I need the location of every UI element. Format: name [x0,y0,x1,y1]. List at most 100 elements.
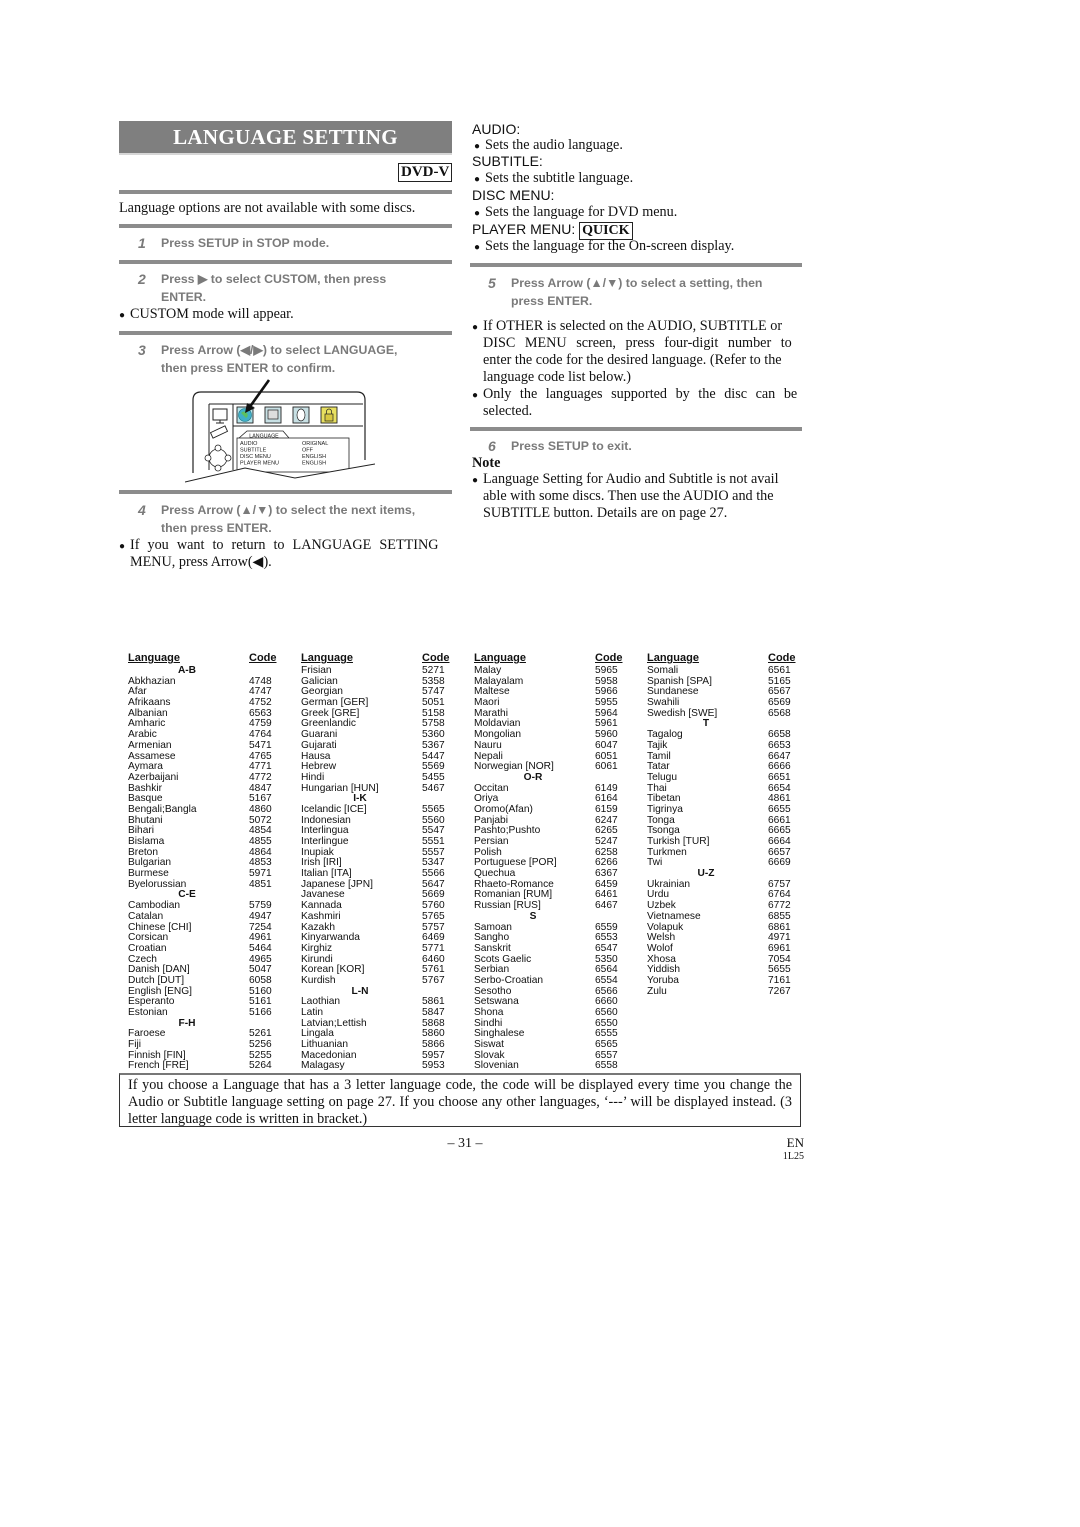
table-row: Estonian 5166 [128,1007,298,1019]
audio-heading: AUDIO: [472,121,521,137]
note-text: enter the code for the desired language.… [483,352,782,368]
bullet-icon: ● [474,242,481,253]
language-code: 6669 [768,857,791,869]
table-row: Sanskrit 6547 [474,942,644,955]
language-table-column-3: Language Code Malay 5965 Malayalam 5958 Malt… [474,653,644,1072]
language-code: 5455 [422,771,445,783]
note-text: selected. [483,403,533,419]
parental-lock-icon [320,406,338,424]
language-name: Kirghiz [301,942,333,954]
step-number: 5 [488,275,496,291]
language-code: 5471 [249,739,272,751]
language-name: Azerbaijani [128,771,179,783]
disc-menu-heading: DISC MENU: [472,187,555,203]
table-header: Language Code [128,653,298,666]
desc-text: Sets the language for the On-screen disp… [485,238,735,254]
table-row: Yoruba 7161 [647,975,817,987]
language-name: Wolof [647,942,673,954]
language-code: 5767 [422,974,445,986]
step-number: 2 [138,271,146,287]
language-name: Kashmiri [301,910,341,922]
table-row: Byelorussian 4851 [128,878,298,891]
table-row: Hungarian [HUN] 5467 [301,782,471,795]
menu-value-player-menu: ENGLISH [302,461,326,467]
language-name: Norwegian [NOR] [474,761,554,773]
note-body: ● Language Setting for Audio and Subtitl… [472,471,804,522]
language-name: Kurdish [301,974,336,986]
language-name: Telugu [647,771,678,783]
bullet-icon: ● [119,310,126,321]
language-name: Estonian [128,1007,168,1018]
language-tag: EN [786,1135,804,1150]
player-menu-desc: ● Sets the language for the On-screen di… [474,238,804,255]
language-table-column-1: Language Code A-B Abkhazian 4748 Afar 4747 Af… [128,653,298,1072]
step-3: 3 Press Arrow (◀/▶) to select LANGUAGE, … [138,341,458,377]
language-code-footnote: If you choose a Language that has a 3 le… [119,1073,801,1127]
divider [119,490,452,494]
language-code: 5771 [422,942,445,954]
step-number: 6 [488,438,496,454]
disc-menu-desc: ● Sets the language for DVD menu. [474,204,804,221]
step-text-cont: press ENTER. [511,294,593,308]
step-5-note-other: ● If OTHER is selected on the AUDIO, SUB… [472,318,804,386]
table-row: Gujarati 5367 [301,740,471,752]
table-row: Tajik 6653 [647,740,817,752]
table-row: Malagasy 5953 [301,1061,471,1072]
desc-text: Sets the subtitle language. [485,170,634,186]
audio-speaker-icon [292,406,310,424]
page-number: – 31 – [447,1136,483,1151]
setup-menu-diagram: LANGUAGE AUDIO ORIGINAL SUBTITLE OFF DIS… [185,379,375,483]
step-number: 3 [138,342,146,358]
header-code: Code [422,652,450,664]
language-code: 4851 [249,878,272,890]
display-settings-icon [264,406,282,424]
language-code: 5166 [249,1007,272,1018]
language-code: 6961 [768,942,791,954]
step-text-cont: then press ENTER. [161,521,272,535]
language-code: 4772 [249,771,272,783]
note-text: Only the languages supported by the disc… [483,386,798,402]
header-language: Language [647,652,699,664]
table-row: Armenian 5471 [128,739,298,752]
language-name: Hindi [301,771,325,783]
language-code: 4947 [249,910,272,922]
table-row: Vietnamese 6855 [647,911,817,923]
header-language: Language [474,652,526,664]
step-text: Press SETUP in STOP mode. [161,236,330,250]
table-row: Turkmen 6657 [647,847,817,859]
language-name: Swedish [SWE] [647,707,718,719]
bullet-icon: ● [472,475,479,486]
language-code: 7267 [768,985,791,997]
language-name: French [FRE] [128,1060,189,1072]
table-row: Laothian 5861 [301,997,471,1008]
bullet-icon: ● [472,322,479,333]
table-row: Catalan 4947 [128,910,298,923]
player-menu-label: PLAYER MENU: [472,221,576,237]
language-name: Sanskrit [474,942,511,954]
subtitle-desc: ● Sets the subtitle language. [474,170,804,187]
table-row: Kashmiri 5765 [301,910,471,923]
note-text: able with some discs. Then use the AUDIO… [483,488,774,504]
table-row: Hebrew 5569 [301,761,471,773]
language-name: Russian [RUS] [474,900,541,912]
note-text: language code list below.) [483,369,631,385]
table-row: Russian [RUS] 6467 [474,900,644,912]
language-name: Catalan [128,910,164,922]
menu-value-subtitle: OFF [302,448,314,454]
step-6: 6 Press SETUP to exit. [488,437,808,455]
language-name: Zulu [647,985,667,997]
language-name: Hungarian [HUN] [301,782,379,794]
table-rows: Frisian 5271 Galician 5358 Georgian 5747 Germa… [301,665,471,1072]
language-name: Malagasy [301,1060,345,1072]
language-name: Slovenian [474,1060,519,1072]
divider [119,224,452,228]
group-heading: S [529,910,537,922]
language-code: 6547 [595,942,618,954]
table-row: French [FRE] 5264 [128,1061,298,1072]
table-row: Telugu 6651 [647,771,817,784]
language-code: 6467 [595,900,618,912]
table-row: Kirghiz 5771 [301,942,471,955]
note-heading: Note [472,455,501,471]
menu-item-player-menu: PLAYER MENU [240,461,279,467]
language-table-column-2: Language Code Frisian 5271 Galician 5358 Geo… [301,653,471,1072]
